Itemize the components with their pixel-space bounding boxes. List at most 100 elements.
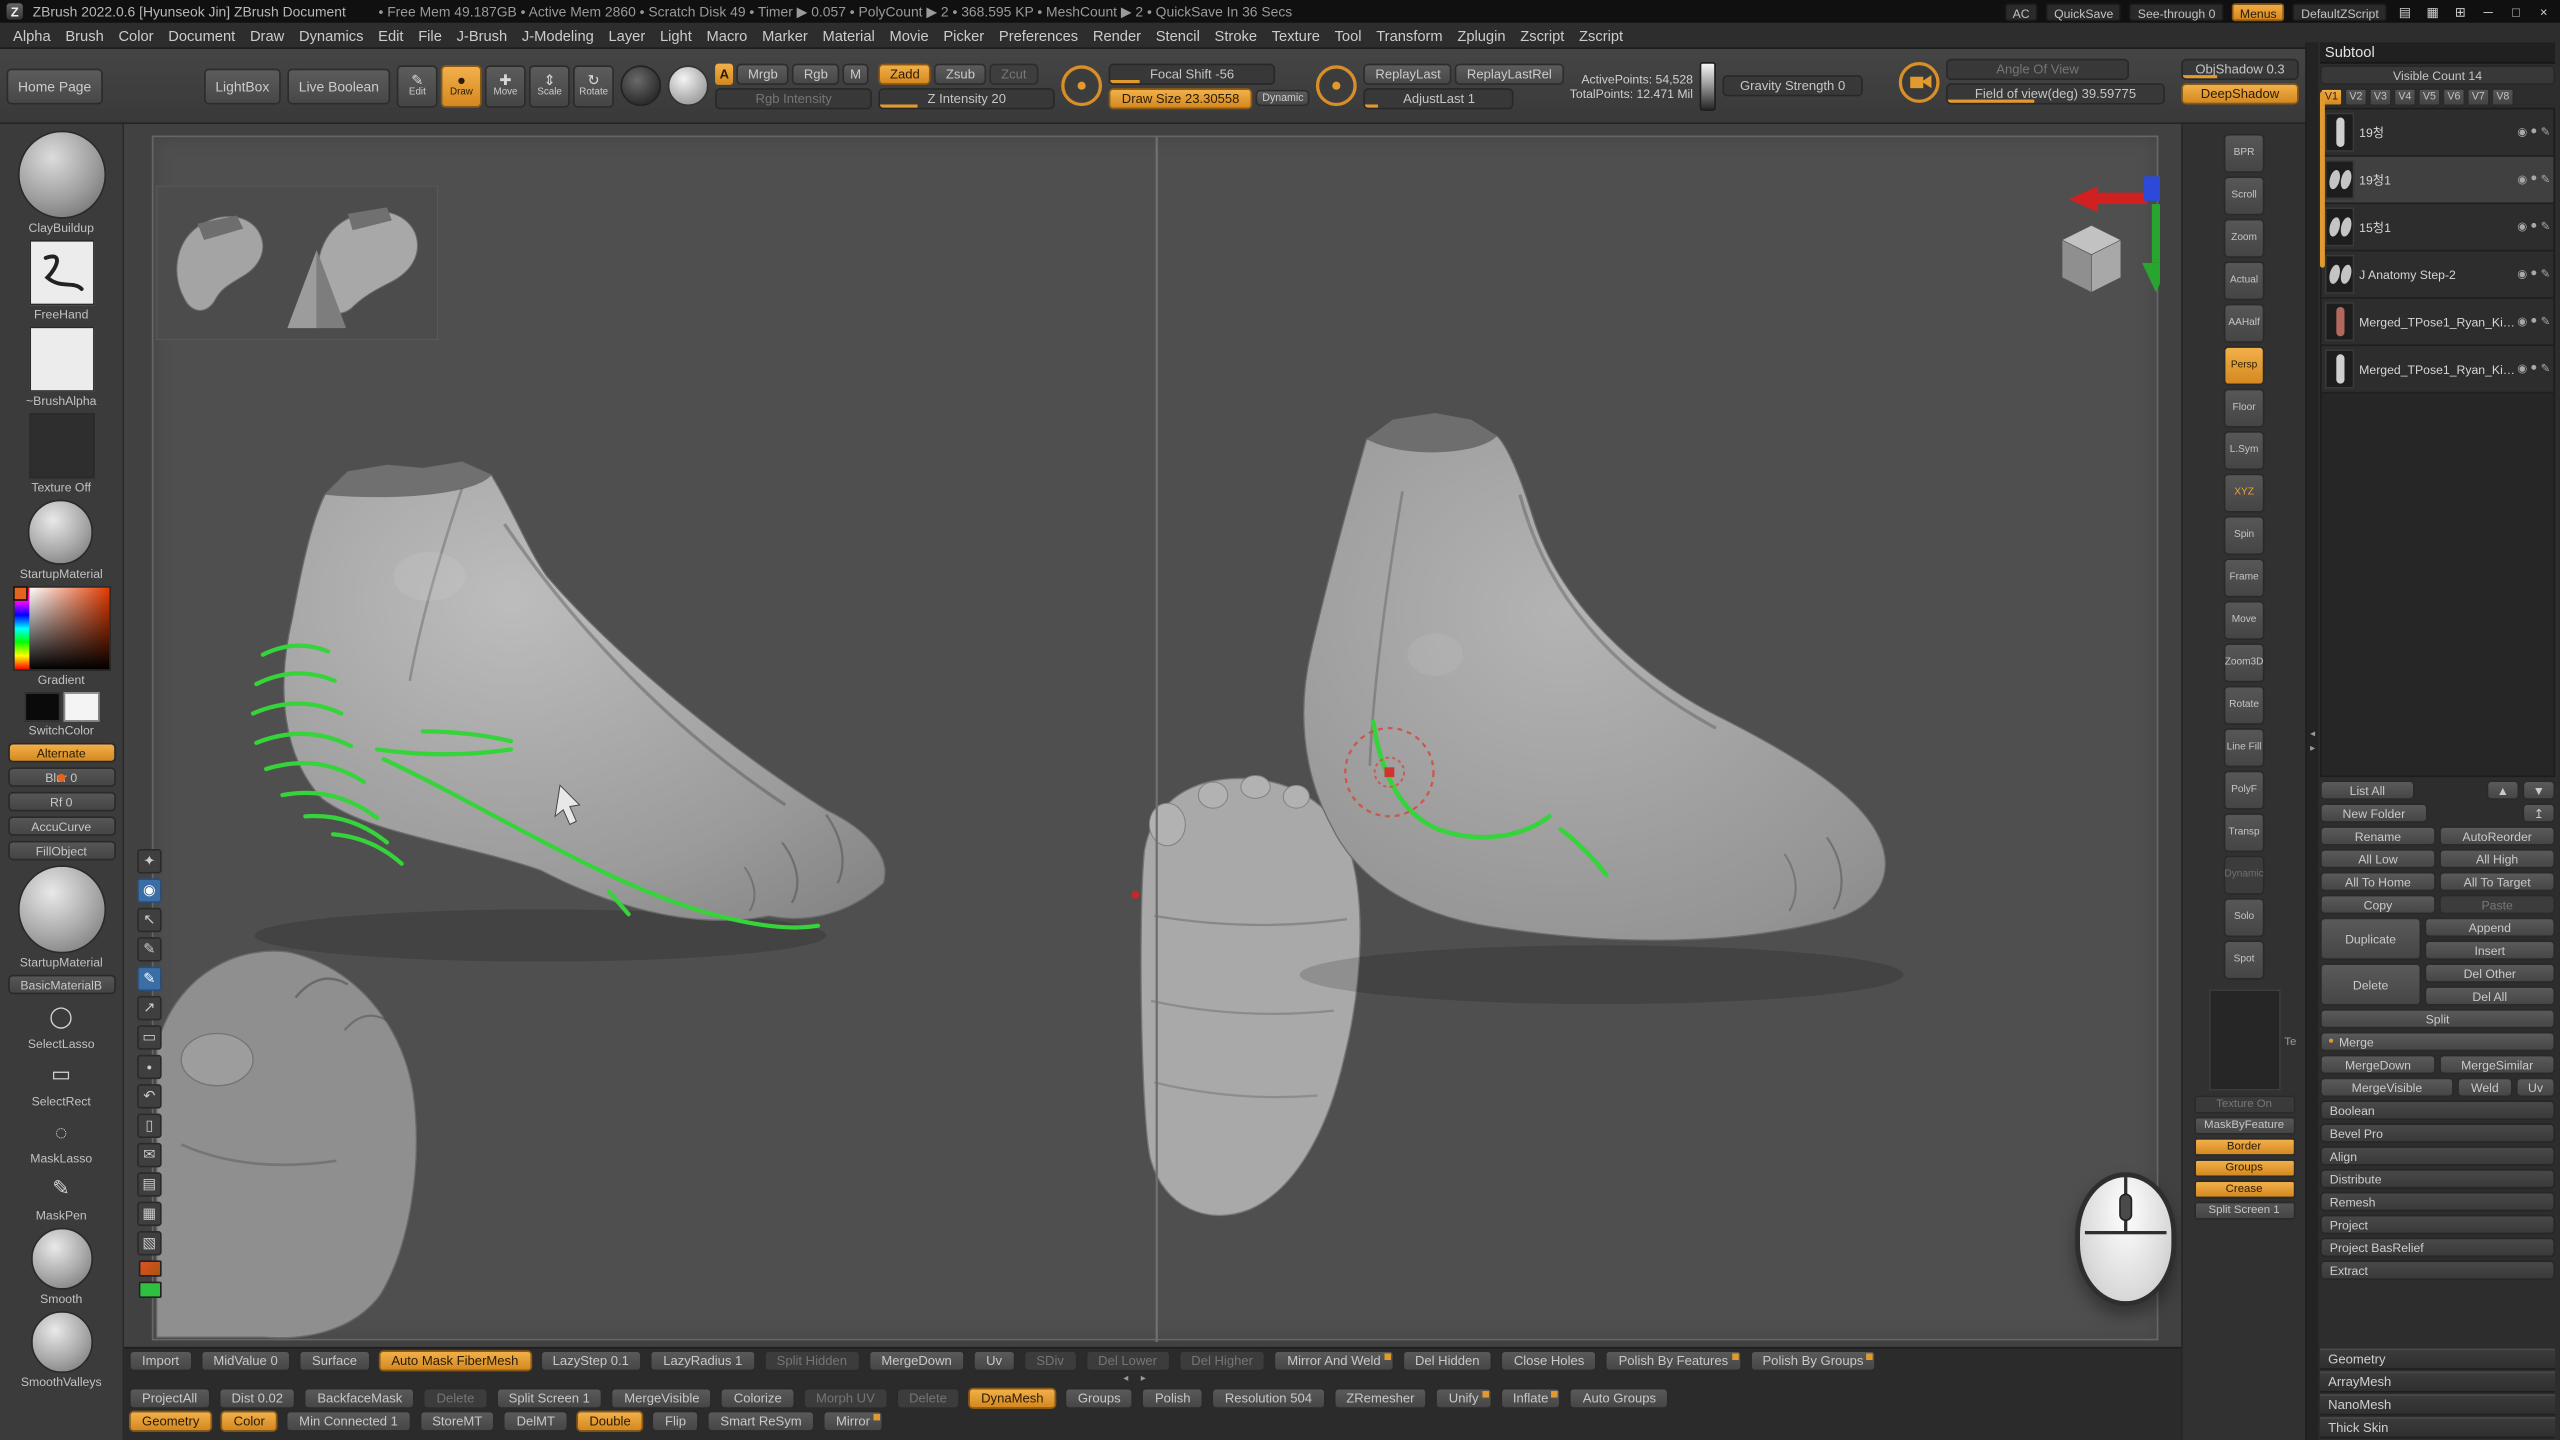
bb-zremesher-row2-13[interactable]: ZRemesher [1333,1387,1427,1408]
all-to-home-button[interactable]: All To Home [2320,872,2436,892]
shelf-scroll-arrows[interactable]: ◂ ▸ [1123,1373,1150,1384]
angle-of-view-slider[interactable]: Angle Of View [1946,59,2129,80]
swatch-green[interactable] [138,1282,161,1298]
bb-mirror-and-weld-row1-12[interactable]: Mirror And Weld [1274,1349,1394,1370]
mergevisible-button[interactable]: MergeVisible [2320,1078,2454,1098]
bb-auto-groups-row2-16[interactable]: Auto Groups [1570,1387,1669,1408]
bb-close-holes-row1-14[interactable]: Close Holes [1501,1349,1598,1370]
mode-move-button[interactable]: ✚Move [485,64,526,106]
menu-item-file[interactable]: File [418,27,442,43]
menu-item-material[interactable]: Material [822,27,874,43]
visibility-eye-icon[interactable]: ◉ [2517,220,2527,233]
mode-scale-button[interactable]: ⇕Scale [529,64,570,106]
bb-smart-resym-row3-7[interactable]: Smart ReSym [707,1410,814,1431]
bb-resolution-504-row2-12[interactable]: Resolution 504 [1212,1387,1325,1408]
menu-item-zscript-26[interactable]: Zscript [1579,27,1623,43]
autoreorder-button[interactable]: AutoReorder [2439,826,2555,846]
bb-lazystep-0-1-row1-4[interactable]: LazyStep 0.1 [540,1349,642,1370]
bb-colorize-row2-6[interactable]: Colorize [721,1387,795,1408]
smooth-brush[interactable]: Smooth [30,1228,92,1306]
active-color-badge[interactable]: A [715,63,733,84]
del-all-button[interactable]: Del All [2424,986,2555,1006]
image2-icon[interactable]: ▦ [137,1202,161,1226]
tray-crease-button[interactable]: Crease [2193,1180,2294,1198]
selectrect-tool[interactable]: ▭SelectRect [32,1056,91,1108]
tab-v6[interactable]: V6 [2442,88,2465,106]
rename-button[interactable]: Rename [2320,826,2436,846]
focal-shift-slider[interactable]: Focal Shift -56 [1109,63,1276,84]
bb-split-screen-1-row2-4[interactable]: Split Screen 1 [496,1387,603,1408]
gravity-gradient-slider[interactable] [1700,61,1716,110]
subpalette-boolean[interactable]: Boolean [2320,1100,2555,1120]
subtool-row[interactable]: Merged_TPose1_Ryan_Kingslie◉●✎ [2322,346,2554,393]
bb-split-hidden-row1-6[interactable]: Split Hidden [764,1349,861,1370]
shelf-aahalf-button[interactable]: AAHalf [2224,304,2265,343]
mode-draw-button[interactable]: ●Draw [441,64,482,106]
fillobject-button[interactable]: FillObject [7,841,115,861]
secondary-color-swatch[interactable] [63,692,99,721]
visible-count-slider[interactable]: Visible Count 14 [2320,65,2555,85]
shelf-spin-button[interactable]: Spin [2224,516,2265,555]
menu-item-movie[interactable]: Movie [889,27,928,43]
bb-delete-row2-3[interactable]: Delete [424,1387,488,1408]
subpalette-remesh[interactable]: Remesh [2320,1192,2555,1212]
menu-item-edit[interactable]: Edit [378,27,403,43]
split-button[interactable]: Split [2320,1009,2555,1029]
tray-texture-on-button[interactable]: Texture On [2193,1096,2294,1114]
maskpen-tool[interactable]: ✎MaskPen [36,1171,87,1223]
palette-nanomesh[interactable]: NanoMesh [2320,1394,2555,1415]
bb-storemt-row3-3[interactable]: StoreMT [419,1410,495,1431]
uv-button[interactable]: Uv [2516,1078,2555,1098]
spotlight-icon[interactable]: ✦ [137,849,161,873]
edit-brush-icon[interactable]: ✎ [2541,173,2551,186]
shelf-xyz-button[interactable]: XYZ [2224,473,2265,512]
saturation-square[interactable] [29,588,109,670]
all-low-button[interactable]: All Low [2320,849,2436,869]
shelf-frame-button[interactable]: Frame [2224,558,2265,597]
texture-thumbnail[interactable]: Te [2208,989,2280,1090]
menu-item-render[interactable]: Render [1093,27,1141,43]
shelf-polyf-button[interactable]: PolyF [2224,771,2265,810]
bb-color-row3-1[interactable]: Color [221,1410,278,1431]
shelf-solo-button[interactable]: Solo [2224,898,2265,937]
pencil-icon[interactable]: ✎ [137,937,161,961]
trash-icon[interactable]: ▯ [137,1113,161,1137]
del-other-button[interactable]: Del Other [2424,963,2555,983]
tray-maskbyfeature-button[interactable]: MaskByFeature [2193,1117,2294,1135]
polypaint-icon[interactable]: ● [2530,268,2537,281]
replay-knob-icon[interactable] [1317,65,1358,106]
rgb-button[interactable]: Rgb [792,63,839,84]
titlebar-see-through-0[interactable]: See-through 0 [2130,2,2224,20]
tab-v7[interactable]: V7 [2467,88,2490,106]
tray-groups-button[interactable]: Groups [2193,1159,2294,1177]
bb-auto-mask-fibermesh-row1-3[interactable]: Auto Mask FiberMesh [378,1349,531,1370]
menu-item-layer[interactable]: Layer [608,27,645,43]
tool-thumbnails[interactable] [157,186,438,339]
subtool-row[interactable]: Merged_TPose1_Ryan_Kingslie◉●✎ [2322,299,2554,346]
insert-button[interactable]: Insert [2424,940,2555,960]
tab-v3[interactable]: V3 [2369,88,2392,106]
obj-shadow-slider[interactable]: ObjShadow 0.3 [2181,59,2299,80]
brush-claybuildup[interactable]: ClayBuildup [17,131,105,235]
shelf-move-button[interactable]: Move [2224,601,2265,640]
tray-split-screen-1-button[interactable]: Split Screen 1 [2193,1202,2294,1220]
menu-item-dynamics[interactable]: Dynamics [299,27,364,43]
shelf-l-sym-button[interactable]: L.Sym [2224,431,2265,470]
alpha-brushalpha[interactable]: ~BrushAlpha [26,327,96,409]
menu-item-stroke[interactable]: Stroke [1215,27,1257,43]
visibility-eye-icon[interactable]: ◉ [2517,126,2527,139]
subpalette-extract[interactable]: Extract [2320,1260,2555,1280]
draw-size-slider[interactable]: Draw Size 23.30558 [1109,87,1253,108]
edit-brush-icon[interactable]: ✎ [2541,268,2551,281]
screen-grid-icon[interactable]: ⊞ [2451,4,2471,19]
dynamic-toggle[interactable]: Dynamic [1256,90,1310,106]
subtool-row[interactable]: 15청1◉●✎ [2322,204,2554,251]
close-icon[interactable]: × [2534,4,2554,19]
polypaint-icon[interactable]: ● [2530,126,2537,139]
menu-item-texture[interactable]: Texture [1272,27,1320,43]
subpalette-project[interactable]: Project [2320,1215,2555,1235]
layout-icon[interactable]: ▦ [2423,4,2443,19]
texture-off[interactable]: Texture Off [29,413,94,495]
menu-item-picker[interactable]: Picker [943,27,984,43]
bb-mirror-row3-8[interactable]: Mirror [823,1410,883,1431]
